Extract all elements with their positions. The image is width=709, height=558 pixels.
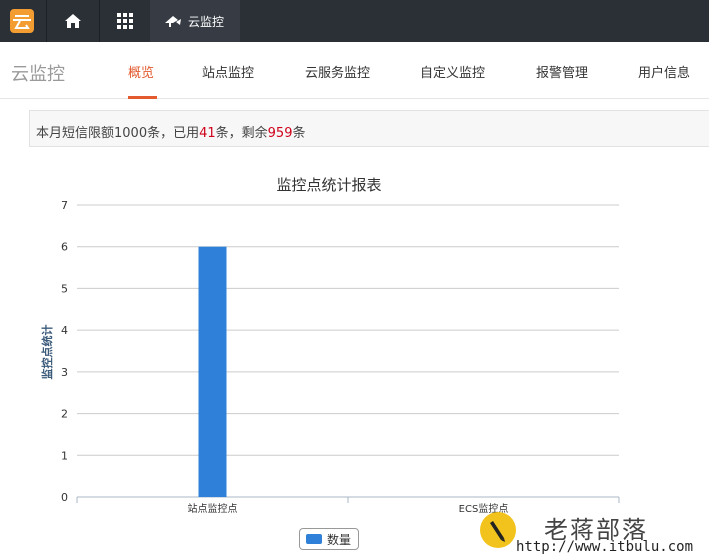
watermark-logo-icon	[480, 512, 516, 548]
x-tick-label: 站点监控点	[188, 502, 238, 515]
sms-quota-notice: 本月短信限额1000条，已用41条，剩余959条	[29, 110, 709, 147]
y-axis-label: 监控点统计	[40, 325, 54, 380]
chart-title: 监控点统计报表	[276, 176, 381, 194]
y-tick-label: 2	[61, 408, 68, 421]
y-tick-label: 1	[61, 449, 68, 462]
chart-legend[interactable]: 数量	[299, 528, 359, 550]
cloud-monitor-icon	[165, 16, 181, 27]
home-icon	[65, 14, 81, 28]
home-button[interactable]	[47, 0, 99, 42]
logo-icon[interactable]	[10, 9, 34, 33]
y-tick-label: 0	[61, 491, 68, 504]
product-tab[interactable]: 云监控	[150, 0, 240, 42]
sms-used-count: 41	[199, 126, 216, 141]
main-nav: 云监控 概览 站点监控 云服务监控 自定义监控 报警管理 用户信息	[0, 42, 709, 99]
tab-overview[interactable]: 概览	[128, 62, 154, 81]
legend-swatch	[306, 534, 322, 544]
apps-grid-button[interactable]	[100, 0, 149, 42]
tab-user-info[interactable]: 用户信息	[638, 62, 690, 81]
monitor-stats-chart: 监控点统计报表 监控点统计 01234567站点监控点 ECS监控点	[40, 176, 620, 515]
watermark-url: http://www.itbulu.com	[516, 539, 694, 555]
watermark: 老蒋部落 http://www.itbulu.com	[478, 508, 709, 558]
tab-alarm-management[interactable]: 报警管理	[536, 62, 588, 81]
y-tick-label: 5	[61, 282, 68, 295]
notice-prefix: 本月短信限额1000条，已用	[36, 126, 200, 141]
bar[interactable]	[198, 246, 227, 497]
y-tick-label: 6	[61, 241, 68, 254]
y-tick-label: 7	[61, 199, 68, 212]
product-label: 云监控	[188, 14, 225, 29]
y-tick-label: 3	[61, 366, 68, 379]
legend-label: 数量	[327, 532, 352, 547]
notice-middle: 条，剩余	[215, 126, 268, 141]
tab-cloud-service-monitor[interactable]: 云服务监控	[305, 62, 370, 81]
sms-remaining-count: 959	[267, 126, 293, 141]
tab-custom-monitor[interactable]: 自定义监控	[420, 62, 485, 81]
tab-site-monitor[interactable]: 站点监控	[202, 62, 254, 81]
active-tab-indicator	[128, 96, 157, 99]
top-bar: 云监控	[0, 0, 709, 42]
grid-icon	[116, 13, 133, 29]
y-tick-label: 4	[61, 324, 68, 337]
brand-title: 云监控	[11, 64, 65, 85]
notice-suffix: 条	[292, 126, 306, 141]
